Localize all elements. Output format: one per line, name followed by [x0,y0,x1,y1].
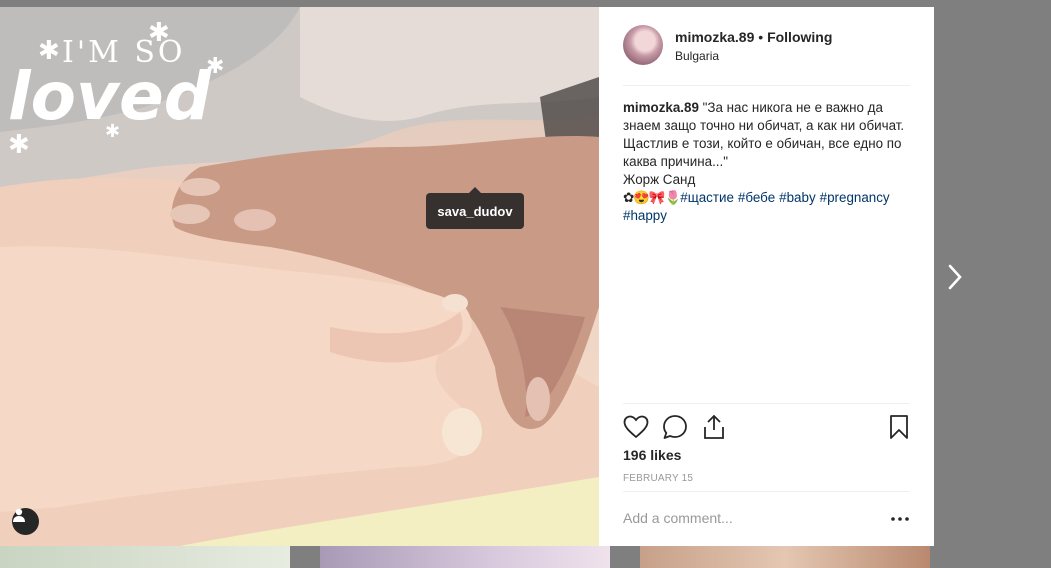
comment-bar [623,491,910,547]
person-icon [13,508,25,522]
more-options-button[interactable] [890,510,910,528]
hashtags: ✿😍🎀🌷#щастие #бебе #baby #pregnancy #happy [623,189,915,225]
hashtag-link[interactable]: #happy [623,208,667,223]
photo-illustration: I'M SO loved ✱ ✱ ✱ ✱ ✱ [0,7,599,546]
comment-input[interactable] [623,510,873,526]
save-button[interactable] [886,414,912,440]
post-sidebar: mimozka.89 • Following Bulgaria mimozka.… [599,7,934,546]
user-tag-label[interactable]: sava_dudov [426,187,524,229]
feed-thumbnail[interactable] [640,546,930,568]
comment-icon [663,415,687,439]
hashtag-link[interactable]: #baby [779,190,815,205]
share-button[interactable] [701,414,727,440]
post-modal: I'M SO loved ✱ ✱ ✱ ✱ ✱ sava_dudov mimozk… [0,7,934,546]
sparkle-icon: ✱ [206,53,224,78]
avatar[interactable] [623,25,663,65]
share-icon [704,414,724,439]
hashtag-link[interactable]: #бебе [738,190,775,205]
following-button[interactable]: Following [767,29,832,45]
action-bar [623,403,910,444]
hashtag-link[interactable]: #щастие [680,190,734,205]
post-header: mimozka.89 • Following Bulgaria [623,25,910,86]
header-separator: • [754,29,768,45]
sparkle-icon: ✱ [148,17,170,47]
sparkle-icon: ✱ [38,35,60,65]
feed-thumbnail[interactable] [0,546,290,568]
comment-button[interactable] [662,414,688,440]
author-username[interactable]: mimozka.89 [675,29,754,45]
background-feed [0,546,1051,568]
location-link[interactable]: Bulgaria [675,49,719,63]
next-post-button[interactable] [942,262,968,292]
caption: mimozka.89 "За нас никога не е важно да … [623,99,915,225]
likes-count[interactable]: 196 likes [623,447,681,463]
sparkle-icon: ✱ [105,121,120,141]
sparkle-icon: ✱ [8,129,30,159]
feed-thumbnail[interactable] [320,546,610,568]
hashtag-link[interactable]: #pregnancy [820,190,890,205]
post-photo[interactable]: I'M SO loved ✱ ✱ ✱ ✱ ✱ sava_dudov [0,7,599,546]
like-button[interactable] [623,414,649,440]
heart-icon [623,415,649,439]
caption-emoji: ✿😍🎀🌷 [623,190,681,205]
caption-username[interactable]: mimozka.89 [623,100,699,115]
header-user-line: mimozka.89 • Following [675,29,832,45]
caption-author: Жорж Санд [623,172,696,187]
post-date[interactable]: FEBRUARY 15 [623,473,693,484]
bookmark-icon [890,415,908,439]
more-icon [891,517,909,521]
user-tag-button[interactable] [12,508,39,535]
chevron-right-icon [948,264,962,290]
